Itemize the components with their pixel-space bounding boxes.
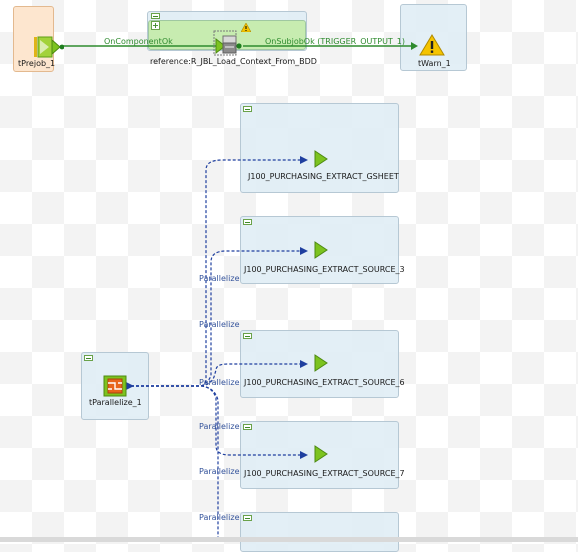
prejob-icon[interactable] xyxy=(34,36,64,58)
parallelize-link-label[interactable]: Parallelize xyxy=(199,274,240,283)
job-label-gsheet: J100_PURCHASING_EXTRACT_GSHEET xyxy=(248,172,399,181)
runjob-label: reference:R_JBL_Load_Context_From_BDD xyxy=(150,57,317,66)
run-job-icon[interactable] xyxy=(314,354,328,372)
runjob-warning-icon xyxy=(241,23,251,32)
job-label-source-3: J100_PURCHASING_EXTRACT_SOURCE_3 xyxy=(244,265,405,274)
job-label-source-7: J100_PURCHASING_EXTRACT_SOURCE_7 xyxy=(244,469,405,478)
parallelize-icon[interactable] xyxy=(103,375,127,397)
parallelize-link-label[interactable]: Parallelize xyxy=(199,378,240,387)
parallelize-arrowhead-source-3 xyxy=(300,247,308,255)
parallelize-source-dot xyxy=(126,382,134,390)
onsubjobok-arrowhead xyxy=(411,42,418,50)
run-job-icon[interactable] xyxy=(314,150,328,168)
parallelize-arrowhead-gsheet xyxy=(300,156,308,164)
parallelize-link-label[interactable]: Parallelize xyxy=(199,467,240,476)
prejob-label: tPrejob_1 xyxy=(18,59,56,68)
parallelize-link-label[interactable]: Parallelize xyxy=(199,513,240,522)
parallelize-arrowhead-source-6 xyxy=(300,360,308,368)
parallelize-arrowhead-source-7 xyxy=(300,451,308,459)
horizontal-scrollbar[interactable] xyxy=(0,537,578,542)
onsubjobok-label[interactable]: OnSubjobOk (TRIGGER_OUTPUT_1) xyxy=(265,37,405,46)
run-job-icon[interactable] xyxy=(314,241,328,259)
oncomponentok-label[interactable]: OnComponentOk xyxy=(104,37,173,46)
warn-label: tWarn_1 xyxy=(418,59,451,68)
job-label-source-6: J100_PURCHASING_EXTRACT_SOURCE_6 xyxy=(244,378,405,387)
parallelize-link-label[interactable]: Parallelize xyxy=(199,422,240,431)
parallelize-link-source-7 xyxy=(131,385,306,456)
parallelize-link-label[interactable]: Parallelize xyxy=(199,320,240,329)
parallelize-label: tParallelize_1 xyxy=(89,398,142,407)
warning-icon[interactable] xyxy=(419,34,445,56)
run-job-icon[interactable] xyxy=(314,445,328,463)
runjob-icon[interactable] xyxy=(213,30,245,58)
